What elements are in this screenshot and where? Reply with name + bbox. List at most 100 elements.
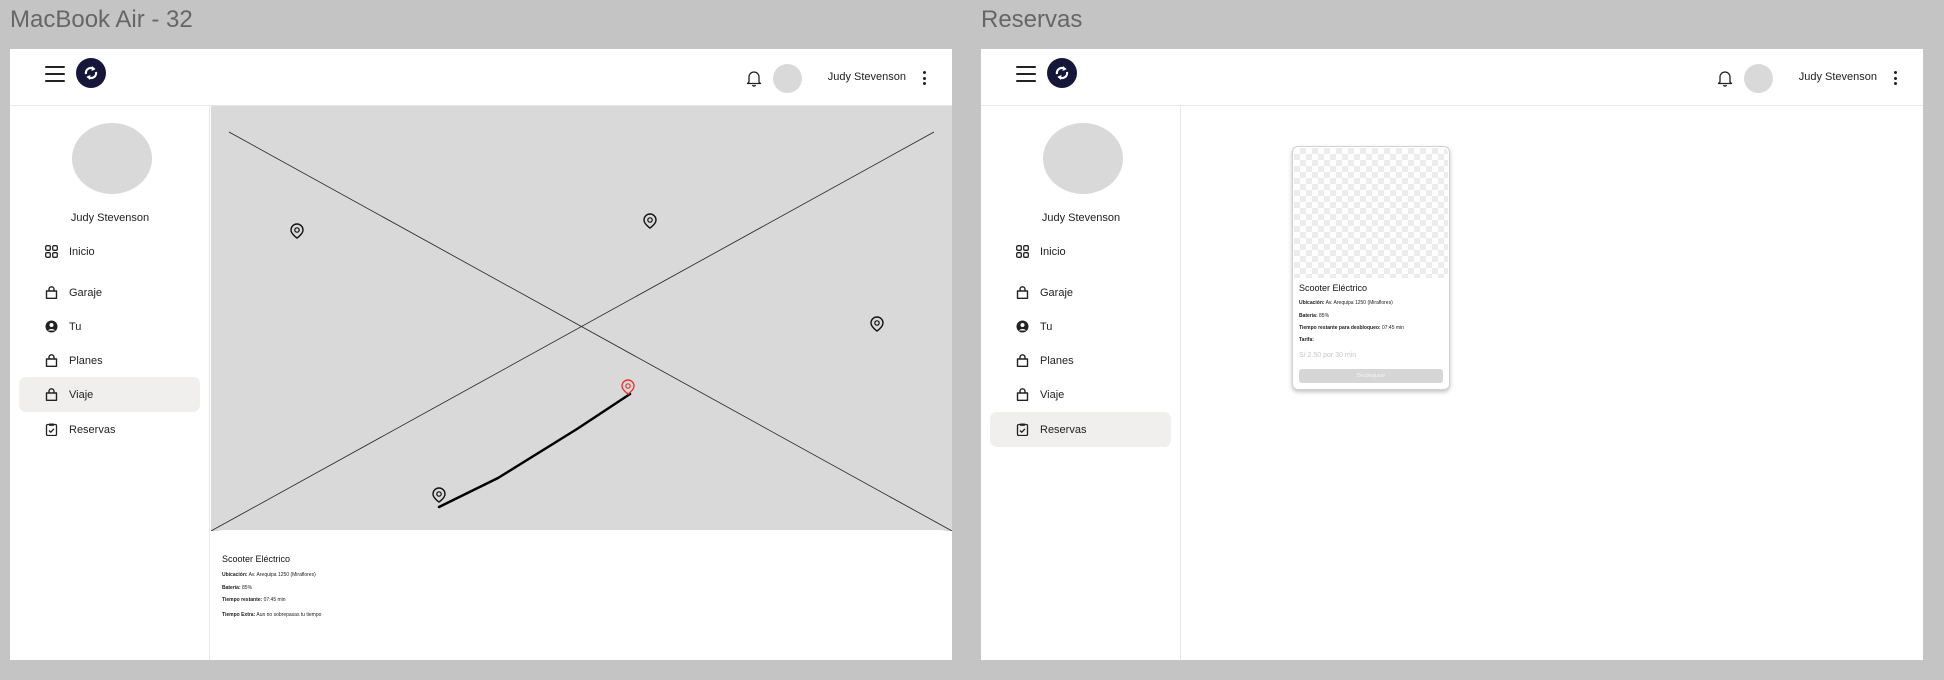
profile-name: Judy Stevenson (1041, 212, 1121, 224)
sidebar-item-label: Viaje (69, 388, 94, 401)
avatar[interactable] (773, 64, 802, 93)
location-label: Ubicación: (1299, 300, 1325, 306)
sidebar: Judy Stevenson Inicio Garaje Tu Planes V… (981, 106, 1181, 660)
tarifa-line: Tarifa: (1299, 337, 1314, 343)
frame-macbook-air-32: Judy Stevenson Judy Stevenson Inicio Gar… (10, 49, 952, 660)
top-bar: Judy Stevenson (10, 49, 952, 106)
grid-icon (1016, 245, 1029, 258)
location-pin-icon[interactable] (870, 316, 884, 332)
bag-icon (1016, 388, 1029, 401)
frame-title: Reservas (981, 6, 1083, 33)
unlock-time-line: Tiempo restante para desbloqueo: 07:45 m… (1299, 325, 1404, 331)
profile-avatar (72, 123, 152, 194)
battery-line: Batería: 85% (1299, 313, 1329, 319)
battery-label: Batería: (222, 585, 241, 591)
frame-reservas: Judy Stevenson Judy Stevenson Inicio Gar… (981, 49, 1923, 660)
bell-icon[interactable] (1717, 69, 1733, 87)
sidebar-item-label: Tu (69, 320, 82, 333)
frame-title: MacBook Air - 32 (10, 6, 193, 33)
logo[interactable] (1047, 58, 1077, 88)
sidebar-item-garaje[interactable]: Garaje (990, 275, 1171, 310)
sidebar-item-label: Garaje (69, 286, 103, 299)
user-name[interactable]: Judy Stevenson (828, 71, 906, 83)
logo[interactable] (76, 58, 106, 88)
location-line: Ubicación: Av. Arequipa 1250 (Miraflores… (222, 572, 316, 578)
sidebar-item-label: Planes (69, 354, 103, 367)
more-options-icon[interactable] (922, 71, 926, 85)
location-value: Av. Arequipa 1250 (Miraflores) (247, 572, 316, 578)
reservation-card[interactable]: Scooter Eléctrico Ubicación: Av. Arequip… (1292, 146, 1450, 390)
grid-icon (45, 245, 58, 258)
sidebar-item-label: Garaje (1040, 286, 1074, 299)
extra-time-value: Aun no sobrepasas tu tiempo (255, 612, 322, 618)
sidebar-item-label: Reservas (1040, 423, 1087, 436)
bag-icon (1016, 286, 1029, 299)
profile-avatar (1043, 123, 1123, 194)
price-text: S/ 2.50 por 30 min (1299, 352, 1357, 359)
menu-icon[interactable] (1016, 66, 1036, 82)
refresh-logo-icon (84, 66, 98, 80)
tarifa-label: Tarifa: (1299, 337, 1314, 343)
sidebar-item-reservas[interactable]: Reservas (19, 412, 200, 447)
placeholder-line (211, 131, 935, 531)
active-location-pin-icon[interactable] (621, 379, 635, 395)
menu-icon[interactable] (45, 66, 65, 82)
sidebar-item-planes[interactable]: Planes (19, 343, 200, 378)
sidebar-item-label: Reservas (69, 423, 116, 436)
sidebar-item-tu[interactable]: Tu (990, 309, 1171, 344)
sidebar-item-planes[interactable]: Planes (990, 343, 1171, 378)
extra-time-label: Tiempo Extra: (222, 612, 256, 618)
sidebar-item-label: Planes (1040, 354, 1074, 367)
time-remaining-label: Tiempo restante: (222, 597, 263, 603)
user-circle-icon (45, 320, 58, 333)
extra-time-line: Tiempo Extra: Aun no sobrepasas tu tiemp… (222, 612, 321, 618)
sidebar-item-viaje[interactable]: Viaje (19, 377, 200, 412)
bag-icon (45, 286, 58, 299)
map-area[interactable] (211, 106, 952, 531)
battery-value: 85% (240, 585, 253, 591)
clipboard-check-icon (1016, 423, 1029, 436)
more-options-icon[interactable] (1893, 71, 1897, 85)
vehicle-title: Scooter Eléctrico (222, 554, 291, 564)
profile-name: Judy Stevenson (70, 212, 150, 224)
sidebar-item-reservas[interactable]: Reservas (990, 412, 1171, 447)
location-pin-icon[interactable] (290, 223, 304, 239)
location-value: Av. Arequipa 1250 (Miraflores) (1324, 300, 1393, 306)
clipboard-check-icon (45, 423, 58, 436)
unlock-time-label: Tiempo restante para desbloqueo: (1299, 325, 1381, 331)
location-label: Ubicación: (222, 572, 248, 578)
battery-line: Batería: 85% (222, 585, 252, 591)
sidebar-item-inicio[interactable]: Inicio (19, 234, 200, 269)
unlock-time-value: 07:45 min (1380, 325, 1404, 331)
bell-icon[interactable] (746, 69, 762, 87)
bag-icon (45, 388, 58, 401)
sidebar-item-label: Viaje (1040, 388, 1065, 401)
vehicle-image-placeholder (1294, 148, 1448, 278)
user-circle-icon (1016, 320, 1029, 333)
sidebar-item-tu[interactable]: Tu (19, 309, 200, 344)
sidebar-item-label: Inicio (1040, 245, 1066, 258)
location-pin-icon[interactable] (432, 487, 446, 503)
location-line: Ubicación: Av. Arequipa 1250 (Miraflores… (1299, 300, 1393, 306)
location-pin-icon[interactable] (643, 213, 657, 229)
top-bar: Judy Stevenson (981, 49, 1923, 106)
battery-label: Batería: (1299, 313, 1318, 319)
avatar[interactable] (1744, 64, 1773, 93)
user-name[interactable]: Judy Stevenson (1799, 71, 1877, 83)
battery-value: 85% (1317, 313, 1330, 319)
sidebar-item-viaje[interactable]: Viaje (990, 377, 1171, 412)
sidebar-item-label: Inicio (69, 245, 95, 258)
vehicle-title: Scooter Eléctrico (1299, 283, 1368, 293)
map-placeholder (211, 131, 952, 531)
bag-icon (1016, 354, 1029, 367)
trip-route (437, 392, 632, 509)
bag-icon (45, 354, 58, 367)
unlock-button[interactable]: Desbloquear (1299, 369, 1443, 383)
placeholder-line (228, 131, 952, 531)
refresh-logo-icon (1055, 66, 1069, 80)
sidebar: Judy Stevenson Inicio Garaje Tu Planes V… (10, 106, 210, 660)
trip-info-panel: Scooter Eléctrico Ubicación: Av. Arequip… (211, 530, 952, 660)
sidebar-item-garaje[interactable]: Garaje (19, 275, 200, 310)
sidebar-item-inicio[interactable]: Inicio (990, 234, 1171, 269)
time-remaining-line: Tiempo restante: 07:45 min (222, 597, 286, 603)
